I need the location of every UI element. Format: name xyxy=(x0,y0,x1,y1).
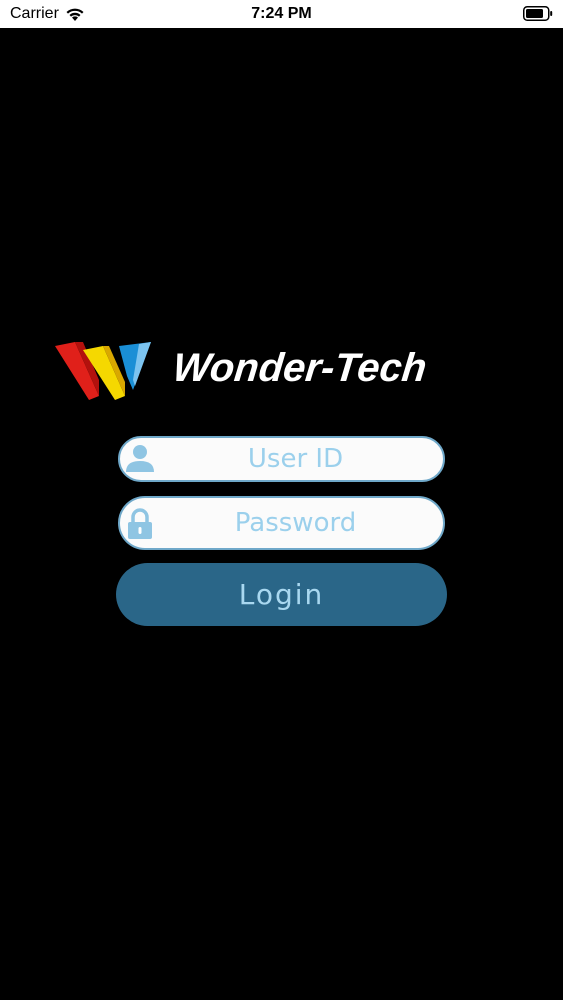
login-button[interactable]: Login xyxy=(116,563,447,626)
battery-icon xyxy=(523,6,553,21)
login-screen: Carrier 7:24 PM Wonder-Tech User ID Logi… xyxy=(0,0,563,1000)
status-time: 7:24 PM xyxy=(251,5,312,22)
user-id-field[interactable] xyxy=(118,436,445,482)
logo-mark-icon xyxy=(55,342,151,400)
wonder-tech-logo: Wonder-Tech xyxy=(53,340,513,404)
password-field[interactable] xyxy=(118,496,445,550)
status-bar: Carrier 7:24 PM xyxy=(0,0,563,28)
user-icon xyxy=(126,445,154,472)
user-id-input[interactable] xyxy=(160,438,431,480)
password-input[interactable] xyxy=(160,498,431,548)
logo-text: Wonder-Tech xyxy=(170,346,429,390)
lock-icon xyxy=(128,508,152,539)
